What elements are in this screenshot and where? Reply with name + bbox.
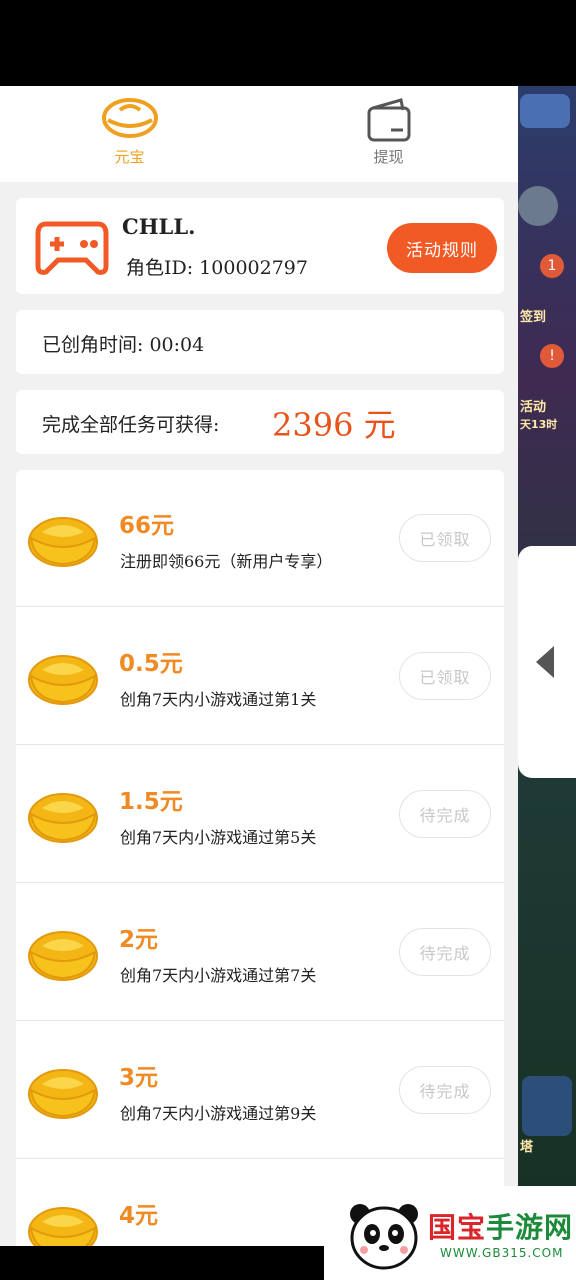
task-amount: 0.5元 [119,651,183,677]
task-row: 3元创角7天内小游戏通过第9关 待完成 [16,1022,504,1159]
ingot-icon [101,98,158,138]
total-reward-card: 完成全部任务可获得: 2396 元 [16,390,504,454]
user-info-card: CHLL. 角色ID: 100002797 活动规则 [16,198,504,294]
task-description: 注册即领66元（新用户专享） [120,552,333,571]
bg-icon-top [520,94,570,128]
task-amount: 66元 [119,513,175,539]
tab-bar: 元宝 提现 [0,86,518,182]
bg-badge-2: ! [540,344,564,368]
gamepad-icon [35,221,109,275]
user-name: CHLL. [122,214,196,239]
bg-badge: 1 [540,254,564,278]
task-description: 创角7天内小游戏通过第9关 [120,1104,317,1123]
ingot-icon [26,788,100,848]
bg-label-time: 天13时 [520,418,558,431]
task-amount: 4元 [119,1203,159,1229]
task-status-button[interactable]: 待完成 [399,790,491,838]
watermark-brand: 国宝手游网 [428,1211,574,1244]
task-row: 2元创角7天内小游戏通过第7关 待完成 [16,884,504,1021]
task-amount: 3元 [119,1065,159,1091]
bg-label-activity: 活动 [520,400,547,415]
watermark-site: WWW.GB315.COM [440,1246,564,1260]
task-amount: 2元 [119,927,159,953]
task-status-button[interactable]: 待完成 [399,1066,491,1114]
watermark: 国宝手游网 WWW.GB315.COM [324,1186,576,1280]
task-status-button[interactable]: 已领取 [399,652,491,700]
ingot-icon [26,1202,100,1246]
activity-rules-button[interactable]: 活动规则 [387,223,497,273]
ingot-icon [26,512,100,572]
created-time: 已创角时间: 00:04 [42,334,205,356]
total-reward-amount: 2396 元 [272,406,396,444]
tab-withdraw-label: 提现 [373,148,404,166]
task-list: 66元注册即领66元（新用户专享） 已领取 0.5元创角7天内小游戏通过第1关 已领取… [16,470,504,1246]
ingot-icon [26,1064,100,1124]
tab-ingot[interactable]: 元宝 [0,86,259,182]
reward-panel: 元宝 提现 CHLL. 角色ID: 100002797 活动规则 已创角时间: … [0,86,518,1246]
created-time-card: 已创角时间: 00:04 [16,310,504,374]
bg-label-tower: 塔 [520,1140,534,1155]
ingot-icon [26,926,100,986]
bg-tower [522,1076,572,1136]
task-row: 66元注册即领66元（新用户专享） 已领取 [16,470,504,607]
panda-logo-icon [350,1204,418,1270]
task-status-button[interactable]: 待完成 [399,928,491,976]
role-id: 角色ID: 100002797 [126,257,308,279]
bg-close-icon [518,186,558,226]
total-reward-label: 完成全部任务可获得: [42,414,220,436]
chevron-left-icon[interactable] [536,646,554,678]
task-amount: 1.5元 [119,789,183,815]
task-description: 创角7天内小游戏通过第1关 [120,690,317,709]
task-status-button[interactable]: 已领取 [399,514,491,562]
side-collapse-tab[interactable] [518,546,576,778]
bg-label-signin: 签到 [520,310,547,325]
task-row: 1.5元创角7天内小游戏通过第5关 待完成 [16,746,504,883]
task-description: 创角7天内小游戏通过第5关 [120,828,317,847]
tab-ingot-label: 元宝 [114,148,145,166]
task-description: 创角7天内小游戏通过第7关 [120,966,317,985]
ingot-icon [26,650,100,710]
wallet-icon [367,98,410,142]
task-row: 0.5元创角7天内小游戏通过第1关 已领取 [16,608,504,745]
tab-withdraw[interactable]: 提现 [259,86,518,182]
